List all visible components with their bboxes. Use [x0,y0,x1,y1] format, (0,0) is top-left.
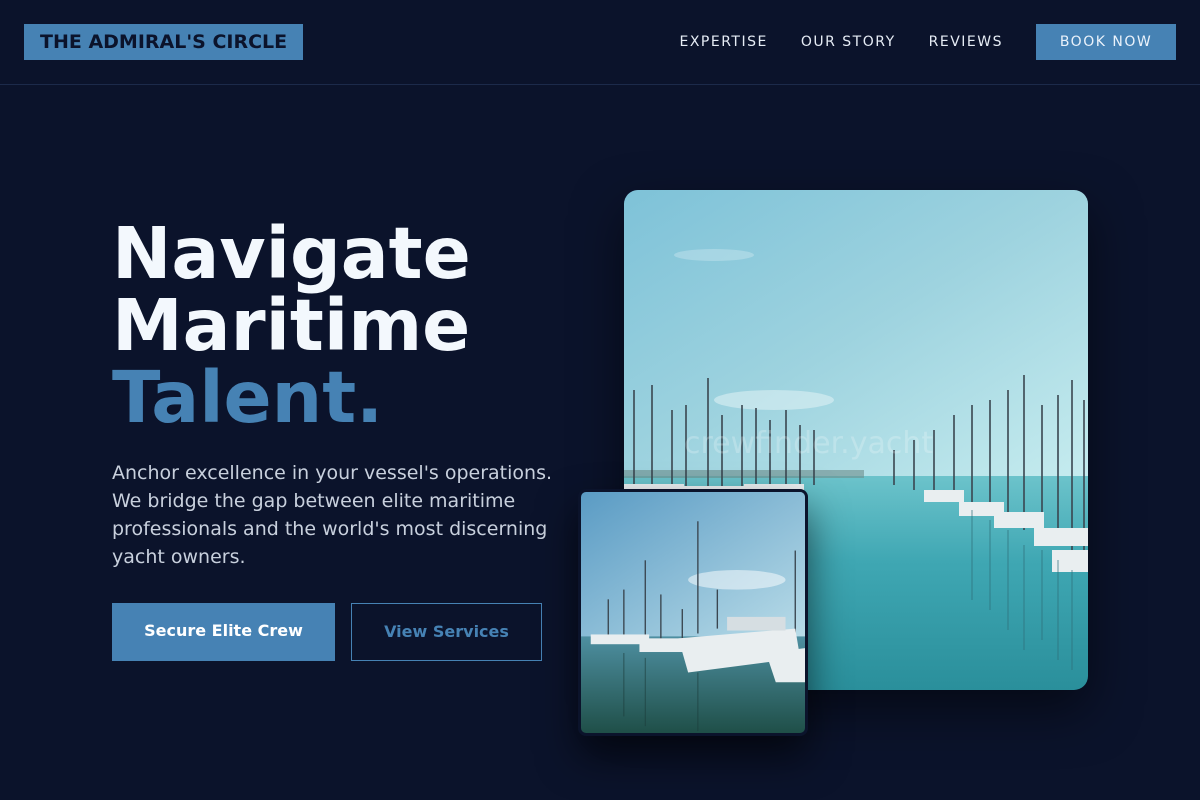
nav-link-our-story[interactable]: OUR STORY [801,34,896,50]
hero-title-line-2: Maritime [112,284,471,367]
yacht-image-small [578,489,808,736]
nav-link-expertise[interactable]: EXPERTISE [679,34,767,50]
hero-title-line-1: Navigate [112,212,471,295]
nav-link-reviews[interactable]: REVIEWS [929,34,1003,50]
yacht-photo [581,492,805,733]
book-now-button[interactable]: BOOK NOW [1036,24,1176,60]
hero-title: Navigate Maritime Talent. [112,218,471,434]
hero-title-accent: Talent. [112,356,384,439]
site-header: THE ADMIRAL'S CIRCLE EXPERTISE OUR STORY… [0,0,1200,85]
secure-elite-crew-button[interactable]: Secure Elite Crew [112,603,335,661]
hero-description: Anchor excellence in your vessel's opera… [112,462,553,568]
site-logo[interactable]: THE ADMIRAL'S CIRCLE [24,24,304,60]
image-watermark: crewfinder.yacht [684,426,934,461]
main-nav: EXPERTISE OUR STORY REVIEWS BOOK NOW [679,24,1176,60]
view-services-button[interactable]: View Services [351,603,542,661]
